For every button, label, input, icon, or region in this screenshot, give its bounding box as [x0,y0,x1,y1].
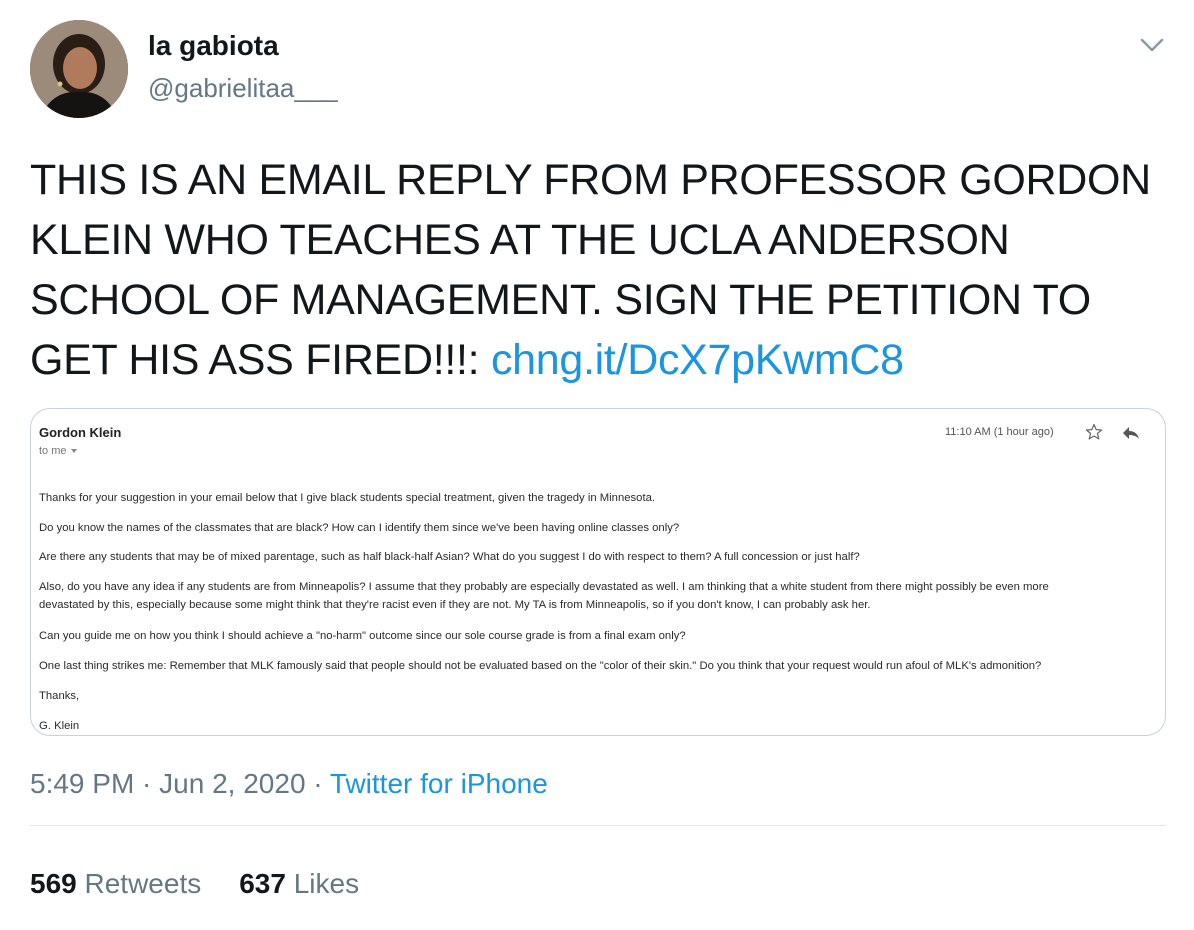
email-paragraph: Also, do you have any idea if any studen… [39,581,1049,593]
email-paragraph: Thanks, [39,690,80,702]
avatar-image [30,20,128,118]
tweet-date[interactable]: Jun 2, 2020 [159,768,305,799]
likes-label: Likes [293,868,360,899]
email-paragraph: Thanks for your suggestion in your email… [39,492,656,504]
email-paragraph: Do you know the names of the classmates … [39,522,680,534]
dropdown-arrow-icon [70,449,77,454]
email-timestamp: 11:10 AM (1 hour ago) [945,426,1054,438]
tweet-stats: 569 Retweets 637 Likes [30,868,359,900]
divider [30,825,1166,826]
meta-separator: · [305,768,330,799]
email-recipient-label: to me [39,445,67,457]
display-name[interactable]: la gabiota [148,30,279,62]
avatar[interactable] [30,20,128,118]
attached-email-screenshot[interactable]: Gordon Klein to me 11:10 AM (1 hour ago)… [30,408,1166,736]
email-recipient: to me [39,445,77,457]
email-sender: Gordon Klein [39,425,122,440]
email-paragraph: Are there any students that may be of mi… [39,551,860,563]
email-paragraph: Can you guide me on how you think I shou… [39,630,686,642]
chevron-down-icon[interactable] [1138,34,1166,56]
star-icon [1085,423,1103,440]
tweet-metadata: 5:49 PM · Jun 2, 2020 · Twitter for iPho… [30,768,548,800]
email-paragraph: One last thing strikes me: Remember that… [39,660,1042,672]
tweet-text: THIS IS AN EMAIL REPLY FROM PROFESSOR GO… [30,150,1170,390]
user-handle[interactable]: @gabrielitaa___ [148,73,338,104]
email-paragraph: G. Klein [39,720,80,732]
reply-icon [1123,427,1139,439]
retweets-count: 569 [30,868,77,899]
tweet: la gabiota @gabrielitaa___ THIS IS AN EM… [0,0,1194,930]
retweets-stat[interactable]: 569 Retweets [30,868,201,900]
meta-separator: · [134,768,160,799]
petition-link[interactable]: chng.it/DcX7pKwmC8 [491,336,904,384]
tweet-source[interactable]: Twitter for iPhone [330,768,548,799]
likes-count: 637 [239,868,286,899]
likes-stat[interactable]: 637 Likes [239,868,359,900]
email-paragraph: devastated by this, especially because s… [39,599,871,611]
tweet-time[interactable]: 5:49 PM [30,768,134,799]
retweets-label: Retweets [84,868,202,899]
